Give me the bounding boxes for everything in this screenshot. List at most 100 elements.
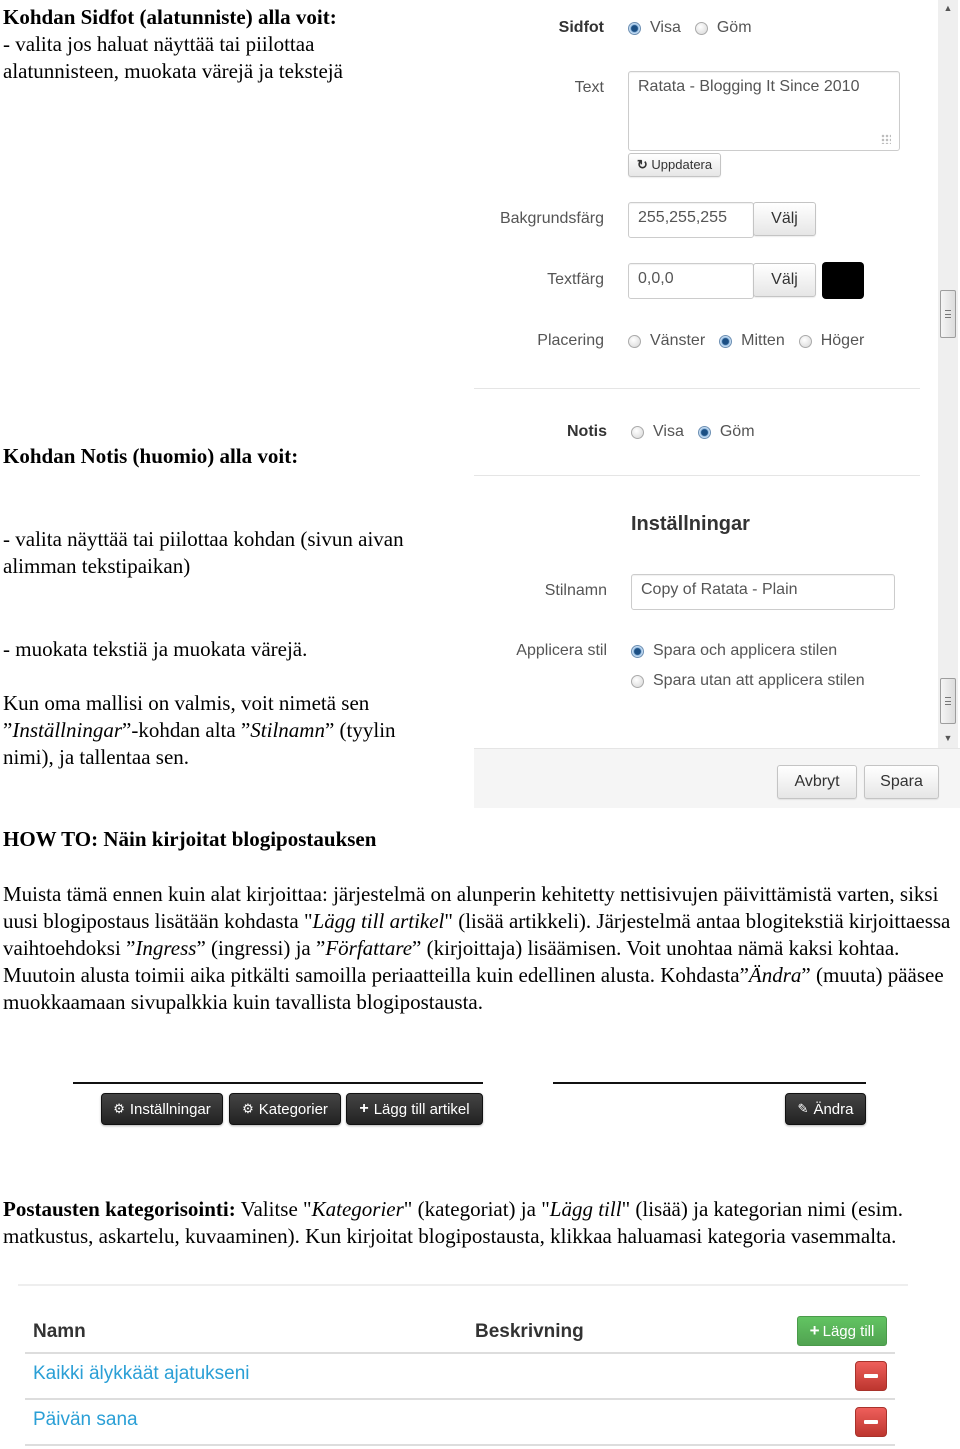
- divider: [18, 1284, 908, 1286]
- style-name-input[interactable]: Copy of Ratata - Plain: [631, 574, 895, 610]
- apply-style-option: Spara och applicera stilen: [631, 642, 851, 660]
- categories-button[interactable]: ⚙ Kategorier: [229, 1093, 341, 1125]
- radio-label: Vänster: [650, 332, 706, 349]
- categorization-paragraph: Postausten kategorisointi: Valitse "Kate…: [3, 1197, 904, 1248]
- save-button[interactable]: Spara: [864, 765, 939, 799]
- category-link[interactable]: Kaikki älykkäät ajatukseni: [33, 1363, 250, 1385]
- text-color-pick-button[interactable]: Välj: [753, 263, 816, 297]
- resize-grip-icon[interactable]: [881, 134, 891, 144]
- sidfot-line: - valita jos haluat näyttää tai piilotta…: [3, 32, 315, 56]
- radio-label: Höger: [820, 332, 865, 349]
- radio-label: Spara och applicera stilen: [653, 642, 838, 659]
- background-color-label: Bakgrundsfärg: [499, 210, 604, 227]
- scroll-thumb[interactable]: [940, 678, 956, 724]
- footer-text-textarea[interactable]: Ratata - Blogging It Since 2010: [628, 71, 900, 151]
- button-label: Ändra: [813, 1100, 854, 1118]
- column-header-description: Beskrivning: [475, 1321, 584, 1342]
- apply-style-label: Applicera stil: [516, 642, 607, 659]
- paragraph-line: Kun oma mallisi on valmis, voit nimetä s…: [3, 691, 370, 715]
- scroll-down-arrow-icon[interactable]: ▼: [938, 730, 958, 746]
- scroll-thumb[interactable]: [940, 290, 956, 338]
- textarea-value: Ratata - Blogging It Since 2010: [638, 78, 860, 95]
- howto-heading: HOW TO: Näin kirjoitat blogipostauksen: [3, 827, 377, 851]
- plus-icon: +: [809, 1321, 820, 1340]
- grip-icon: [945, 697, 951, 705]
- row-divider: [25, 1398, 895, 1400]
- divider: [474, 388, 920, 389]
- sidfot-radio-group: Visa Göm: [628, 19, 766, 37]
- delete-category-button[interactable]: [855, 1407, 887, 1437]
- divider: [474, 475, 920, 476]
- save-style-paragraph: Kun oma mallisi on valmis, voit nimetä s…: [3, 690, 473, 771]
- button-label: Lägg till: [822, 1322, 875, 1340]
- gear-icon: ⚙: [113, 1101, 125, 1116]
- howto-paragraph: Muista tämä ennen kuin alat kirjoittaa: …: [3, 882, 951, 1014]
- dialog-footer: Avbryt Spara: [474, 748, 960, 808]
- button-label: Kategorier: [258, 1100, 328, 1118]
- row-divider: [25, 1352, 895, 1354]
- radio-label: Visa: [653, 423, 684, 440]
- notis-bullet: - valita näyttää tai piilottaa kohdan (s…: [3, 526, 473, 580]
- column-header-name: Namn: [33, 1321, 86, 1342]
- delete-category-button[interactable]: [855, 1361, 887, 1391]
- text-label: Text: [574, 79, 604, 96]
- text-color-input[interactable]: 0,0,0: [628, 263, 754, 299]
- minus-icon: [864, 1374, 878, 1378]
- radio-placement-right[interactable]: [798, 334, 812, 348]
- divider: [553, 1082, 866, 1084]
- radio-label: Göm: [719, 423, 755, 440]
- minus-icon: [864, 1420, 878, 1424]
- cancel-button[interactable]: Avbryt: [777, 765, 857, 799]
- button-label: Uppdatera: [651, 157, 713, 172]
- sidfot-heading: Kohdan Sidfot (alatunniste) alla voit:: [3, 5, 337, 29]
- paragraph-line: nimi), ja tallentaa sen.: [3, 745, 190, 769]
- notis-heading: Kohdan Notis (huomio) alla voit:: [3, 444, 299, 468]
- background-color-pick-button[interactable]: Välj: [753, 202, 816, 236]
- scroll-up-arrow-icon[interactable]: ▲: [938, 0, 958, 16]
- radio-sidfot-visa[interactable]: [628, 21, 641, 35]
- sidfot-label: Sidfot: [558, 19, 604, 36]
- plus-icon: +: [359, 1100, 369, 1117]
- add-category-button[interactable]: + Lägg till: [797, 1316, 887, 1346]
- pencil-icon: ✎: [797, 1101, 809, 1116]
- radio-notis-visa[interactable]: [631, 425, 644, 439]
- sidfot-instructions: Kohdan Sidfot (alatunniste) alla voit: -…: [3, 4, 473, 85]
- radio-save-without-apply[interactable]: [631, 674, 644, 688]
- notis-radio-group: Visa Göm: [631, 423, 769, 441]
- sidfot-line: alatunnisteen, muokata värejä ja tekstej…: [3, 59, 343, 83]
- style-name-label: Stilnamn: [544, 582, 607, 599]
- radio-label: Mitten: [741, 332, 785, 349]
- radio-save-and-apply[interactable]: [631, 644, 644, 658]
- text-color-label: Textfärg: [547, 271, 604, 288]
- radio-placement-center[interactable]: [719, 334, 733, 348]
- row-divider: [25, 1444, 895, 1446]
- notis-bullet-line: alimman tekstipaikan): [3, 554, 191, 578]
- divider: [73, 1082, 483, 1084]
- add-article-button[interactable]: + Lägg till artikel: [346, 1093, 483, 1125]
- radio-label: Göm: [716, 19, 752, 36]
- notis-bullet-line: - valita näyttää tai piilottaa kohdan (s…: [3, 527, 404, 551]
- radio-label: Spara utan att applicera stilen: [653, 672, 865, 689]
- gear-icon: ⚙: [242, 1101, 254, 1116]
- button-label: Lägg till artikel: [373, 1100, 470, 1118]
- text-color-swatch[interactable]: [822, 262, 864, 299]
- apply-style-option: Spara utan att applicera stilen: [631, 672, 879, 690]
- settings-button[interactable]: ⚙ Inställningar: [101, 1093, 223, 1125]
- paragraph-line: ”Inställningar”-kohdan alta ”Stilnamn” (…: [3, 718, 396, 742]
- category-link[interactable]: Päivän sana: [33, 1409, 138, 1431]
- edit-button[interactable]: ✎ Ändra: [785, 1093, 866, 1125]
- button-label: Inställningar: [129, 1100, 211, 1118]
- placement-radio-group: Vänster Mitten Höger: [628, 332, 878, 350]
- settings-heading: Inställningar: [631, 513, 750, 535]
- update-button[interactable]: ↻ Uppdatera: [628, 153, 721, 177]
- placement-label: Placering: [537, 332, 604, 349]
- refresh-icon: ↻: [636, 157, 648, 172]
- notis-bullet: - muokata tekstiä ja muokata värejä.: [3, 637, 308, 661]
- settings-panel: Sidfot Visa Göm Text Ratata - Blogging I…: [474, 0, 960, 808]
- radio-sidfot-gom[interactable]: [694, 21, 708, 35]
- background-color-input[interactable]: 255,255,255: [628, 202, 754, 238]
- panel-scrollbar[interactable]: ▲ ▼: [938, 0, 958, 748]
- radio-notis-gom[interactable]: [697, 425, 711, 439]
- radio-label: Visa: [650, 19, 681, 36]
- radio-placement-left[interactable]: [628, 334, 641, 348]
